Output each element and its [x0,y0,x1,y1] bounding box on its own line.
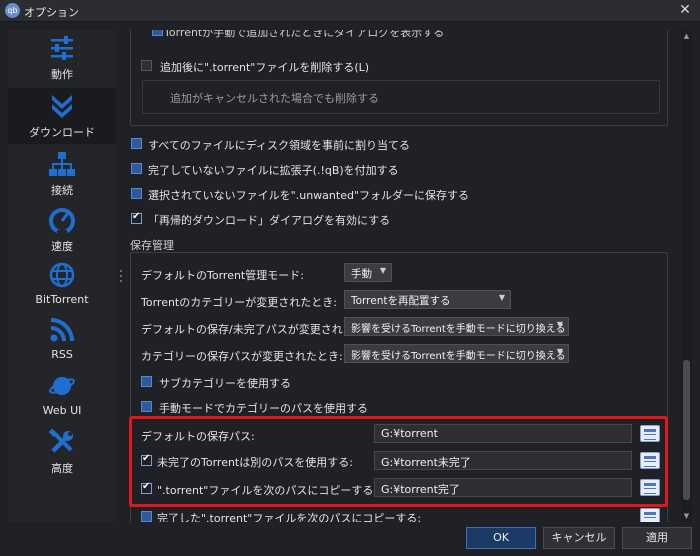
sidebar-item-label: ダウンロード [29,126,95,139]
sidebar-item-rss[interactable]: RSS [8,312,116,368]
cut-off-option: Torrentが手動で追加されたときにダイアログを表示する [164,30,445,39]
category-path-changed-label: カテゴリーの保存パスが変更されたとき: [141,350,343,363]
network-icon [49,152,75,176]
scrollbar-thumb[interactable] [683,360,690,500]
scroll-up-icon[interactable]: ▲ [681,32,692,40]
sidebar-item-bittorrent[interactable]: BitTorrent [8,257,116,313]
title-bar: qb オプション ✕ [0,0,700,22]
planet-icon [49,377,75,395]
preallocate-label: すべてのファイルにディスク領域を事前に割り当てる [148,139,411,152]
sidebar-item-label: 速度 [51,240,73,253]
sliders-icon [51,36,73,60]
use-subcategory-checkbox[interactable] [141,376,152,387]
splitter-handle[interactable] [120,270,123,288]
content-scrollbar[interactable]: ▲ ▼ [681,30,692,522]
sidebar-item-label: RSS [51,348,73,361]
globe-icon [49,262,75,288]
cancel-button[interactable]: キャンセル [543,527,615,549]
sidebar-item-webui[interactable]: Web UI [8,368,116,424]
save-management-title: 保存管理 [130,239,174,252]
sidebar: 動作 ダウンロード 接続 速度 BitTorrent RSS Web UI 高度 [8,30,116,522]
default-path-changed-value: 影響を受けるTorrentを手動モードに切り換える [351,324,566,335]
copy-finished-label: 完了した".torrent"ファイルを次のパスにコピーする: [157,512,422,522]
chevron-down-icon: ▼ [556,347,563,356]
delete-after-add-checkbox[interactable] [141,60,152,71]
category-changed-label: Torrentのカテゴリーが変更されたとき: [141,296,337,309]
scroll-down-icon[interactable]: ▼ [681,512,692,520]
tmm-mode-select[interactable]: 手動 ▼ [344,263,392,282]
browse-copy-finished-icon[interactable] [640,508,660,522]
default-path-changed-select[interactable]: 影響を受けるTorrentを手動モードに切り換える ▼ [344,317,569,336]
highlight-box [129,416,668,507]
sidebar-item-label: 動作 [51,68,73,81]
sidebar-item-speed[interactable]: 速度 [8,202,116,258]
category-changed-select[interactable]: Torrentを再配置する ▼ [344,290,511,309]
category-path-changed-select[interactable]: 影響を受けるTorrentを手動モードに切り換える ▼ [344,344,569,363]
manual-category-path-checkbox[interactable] [141,401,152,412]
download-chevron-icon [52,95,72,118]
chevron-down-icon: ▼ [556,320,563,329]
sidebar-item-label: 接続 [51,184,73,197]
sidebar-item-label: BitTorrent [35,293,89,306]
append-ext-label: 完了していないファイルに拡張子(.!qB)を付加する [148,164,399,177]
chevron-down-icon: ▼ [379,266,386,275]
apply-button[interactable]: 適用 [622,527,692,549]
app-icon: qb [5,3,20,18]
cut-off-checkbox[interactable] [152,30,163,36]
ok-button[interactable]: OK [466,527,536,549]
window-title: オプション [24,6,79,19]
copy-finished-checkbox[interactable] [141,511,152,522]
sidebar-item-connection[interactable]: 接続 [8,146,116,202]
delete-after-add-label: 追加後に".torrent"ファイルを削除する(L) [160,61,370,74]
manual-category-path-label: 手動モードでカテゴリーのパスを使用する [159,402,368,415]
tools-icon [48,428,73,453]
speedometer-icon [49,208,75,234]
chevron-down-icon: ▼ [498,293,505,302]
sidebar-item-download[interactable]: ダウンロード [8,88,116,144]
close-icon[interactable]: ✕ [676,2,694,18]
category-path-changed-value: 影響を受けるTorrentを手動モードに切り換える [351,351,566,362]
tmm-mode-value: 手動 [351,268,372,280]
unwanted-folder-label: 選択されていないファイルを".unwanted"フォルダーに保存する [148,189,469,202]
category-changed-value: Torrentを再配置する [351,295,451,307]
rss-icon [50,318,74,342]
unwanted-folder-checkbox[interactable] [131,188,142,199]
sidebar-item-label: 高度 [51,462,73,475]
recursive-dialog-checkbox[interactable] [131,211,142,224]
append-ext-checkbox[interactable] [131,163,142,174]
sidebar-item-behavior[interactable]: 動作 [8,30,116,86]
preallocate-checkbox[interactable] [131,138,142,149]
tmm-mode-label: デフォルトのTorrent管理モード: [141,269,304,282]
sidebar-item-label: Web UI [42,404,82,417]
delete-sub-option: 追加がキャンセルされた場合でも削除する [170,92,379,105]
use-subcategory-label: サブカテゴリーを使用する [159,377,291,390]
sidebar-item-advanced[interactable]: 高度 [8,424,116,480]
recursive-dialog-label: 「再帰的ダウンロード」ダイアログを有効にする [148,214,391,227]
